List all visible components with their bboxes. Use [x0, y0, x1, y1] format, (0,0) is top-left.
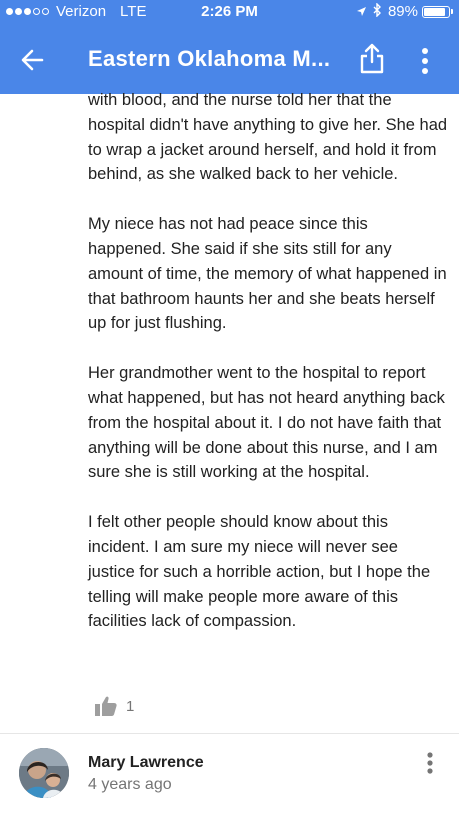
review-paragraph: with blood, and the nurse told her that … [88, 91, 448, 184]
toolbar: Eastern Oklahoma M... [0, 24, 459, 94]
back-button[interactable] [14, 44, 54, 76]
review-more-button[interactable] [418, 750, 442, 778]
review-paragraph: I felt other people should know about th… [88, 513, 431, 631]
avatar[interactable] [19, 748, 69, 798]
page-title: Eastern Oklahoma M... [88, 46, 331, 71]
location-arrow-icon [356, 4, 367, 20]
status-bar: Verizon LTE 2:26 PM 89% [0, 0, 459, 24]
review-paragraph: Her grandmother went to the hospital to … [88, 364, 445, 482]
profile-photo-icon [19, 748, 69, 798]
like-button[interactable]: 1 [94, 695, 134, 717]
review-timestamp: 4 years ago [88, 776, 172, 793]
share-icon [360, 43, 384, 74]
review-divider [0, 733, 459, 734]
more-options-button[interactable] [412, 43, 438, 79]
review-text: with blood, and the nurse told her that … [88, 88, 448, 659]
more-vertical-icon [427, 752, 433, 774]
arrow-left-icon [21, 49, 44, 71]
bluetooth-icon [373, 2, 382, 20]
like-count: 1 [126, 697, 135, 715]
review-paragraph: My niece has not had peace since this ha… [88, 215, 447, 333]
thumbs-up-icon [95, 696, 117, 716]
share-button[interactable] [356, 41, 388, 77]
more-vertical-icon [422, 48, 428, 74]
status-right: 89% [356, 2, 453, 20]
battery-icon [422, 5, 450, 18]
author-name[interactable]: Mary Lawrence [88, 754, 204, 772]
app-header: Verizon LTE 2:26 PM 89% Eastern Oklahoma… [0, 0, 459, 94]
battery-level [424, 7, 446, 16]
battery-percent: 89% [387, 3, 418, 20]
